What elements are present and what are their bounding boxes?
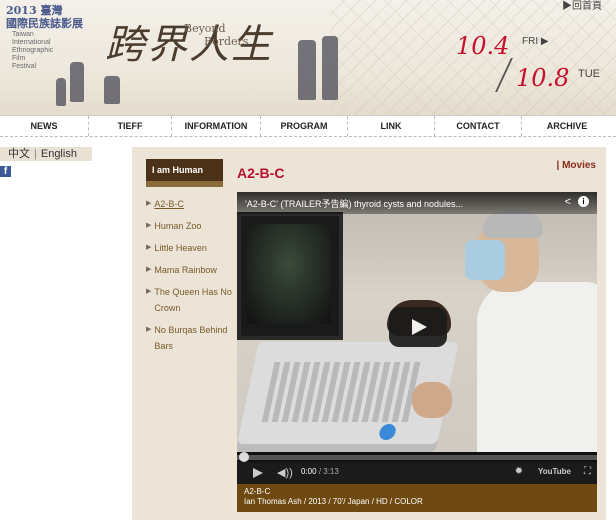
sidebar-title: I am Human bbox=[146, 159, 223, 187]
video-player[interactable]: 'A2-B-C' (TRAILER予告編) thyroid cysts and … bbox=[237, 192, 597, 512]
home-link[interactable]: ▶回首頁 bbox=[562, 0, 602, 12]
doctor-hair bbox=[483, 210, 543, 238]
lang-zh-link[interactable]: 中文 bbox=[8, 148, 30, 160]
festival-tagline: Beyond Borders bbox=[184, 22, 248, 48]
arrow-right-icon: ▶ bbox=[146, 244, 152, 251]
language-switcher: 中文 | English bbox=[0, 147, 92, 161]
start-day: FRI ▶ bbox=[522, 36, 549, 47]
video-title-bar: 'A2-B-C' (TRAILER予告編) thyroid cysts and … bbox=[237, 192, 597, 214]
current-time: 0:00 bbox=[301, 467, 317, 476]
fullscreen-icon[interactable]: ⛶ bbox=[584, 466, 591, 477]
player-controls: ◀)) 0:00 / 3:13 ✹ YouTube ⛶ bbox=[237, 462, 597, 484]
silhouette-cyclist bbox=[104, 76, 120, 104]
doctor-hand bbox=[412, 382, 452, 418]
nav-archive[interactable]: ARCHIVE bbox=[522, 116, 612, 136]
sidebar-item-label: No Burqas Behind Bars bbox=[154, 325, 228, 351]
film-caption: A2-B-C Ian Thomas Ash / 2013 / 70'/ Japa… bbox=[237, 484, 597, 512]
category-link-movies[interactable]: | Movies bbox=[557, 160, 596, 171]
play-button[interactable] bbox=[389, 307, 447, 347]
silhouette-figure bbox=[70, 62, 84, 102]
film-caption-credits: Ian Thomas Ash / 2013 / 70'/ Japan / HD … bbox=[244, 497, 423, 506]
sidebar-item-no-burqas[interactable]: ▶ No Burqas Behind Bars bbox=[146, 322, 232, 354]
festival-en-line: Taiwan bbox=[12, 31, 34, 38]
festival-zh-line2: 國際民族誌影展 bbox=[6, 17, 83, 30]
festival-en-line: Ethnographic bbox=[12, 47, 54, 54]
info-icon[interactable]: i bbox=[578, 196, 589, 207]
nav-tieff[interactable]: TIEFF bbox=[89, 116, 172, 136]
silhouette-figure bbox=[56, 78, 66, 106]
arrow-right-icon: ▶ bbox=[146, 288, 152, 295]
progress-knob[interactable] bbox=[239, 452, 249, 462]
sidebar-item-label: A2-B-C bbox=[154, 199, 184, 209]
festival-name-en: Taiwan International Ethnographic Film F… bbox=[12, 31, 53, 71]
arrow-right-icon: ▶ bbox=[146, 200, 152, 207]
sidebar-item-label: The Queen Has No Crown bbox=[154, 287, 232, 313]
festival-zh-line1: 2013 臺灣 bbox=[6, 4, 63, 17]
festival-en-line: Film bbox=[12, 55, 26, 62]
start-date: 10.4 bbox=[456, 32, 510, 60]
sidebar-item-mama-rainbow[interactable]: ▶ Mama Rainbow bbox=[146, 262, 232, 278]
surgical-mask bbox=[465, 240, 505, 280]
sidebar-item-a2bc[interactable]: ▶ A2-B-C bbox=[146, 196, 232, 212]
film-caption-title: A2-B-C bbox=[244, 487, 271, 496]
facebook-icon[interactable]: f bbox=[0, 166, 11, 177]
tagline-line2: Borders bbox=[204, 35, 249, 48]
arrow-right-icon: ▶ bbox=[146, 326, 152, 333]
nav-program[interactable]: PROGRAM bbox=[261, 116, 348, 136]
nav-news[interactable]: NEWS bbox=[0, 116, 89, 136]
sidebar-item-label: Little Heaven bbox=[154, 243, 207, 253]
doctor-figure bbox=[477, 282, 597, 452]
lang-separator: | bbox=[34, 148, 37, 160]
ultrasound-monitor bbox=[237, 212, 343, 340]
share-icon[interactable]: < bbox=[565, 196, 571, 208]
duration: / 3:13 bbox=[318, 467, 339, 476]
nav-link[interactable]: LINK bbox=[348, 116, 435, 136]
nav-contact[interactable]: CONTACT bbox=[435, 116, 522, 136]
lang-en-link[interactable]: English bbox=[41, 148, 77, 160]
progress-bar[interactable] bbox=[237, 452, 597, 462]
tagline-line1: Beyond bbox=[184, 22, 226, 35]
silhouette-figure bbox=[298, 40, 316, 100]
page-title: A2-B-C bbox=[237, 165, 285, 181]
sidebar-item-queen-no-crown[interactable]: ▶ The Queen Has No Crown bbox=[146, 284, 232, 316]
main-nav: NEWS TIEFF INFORMATION PROGRAM LINK CONT… bbox=[0, 115, 616, 137]
sidebar-film-list: ▶ A2-B-C ▶ Human Zoo ▶ Little Heaven ▶ Mama … bbox=[146, 196, 232, 360]
festival-en-line: Festival bbox=[12, 63, 37, 70]
arrow-right-icon: ▶ bbox=[146, 266, 152, 273]
video-title[interactable]: 'A2-B-C' (TRAILER予告編) thyroid cysts and … bbox=[245, 197, 463, 210]
youtube-logo[interactable]: YouTube bbox=[538, 467, 571, 476]
time-display: 0:00 / 3:13 bbox=[301, 467, 339, 476]
site-header: 2013 臺灣 國際民族誌影展 Taiwan International Eth… bbox=[0, 0, 616, 115]
silhouette-figure bbox=[322, 36, 338, 100]
play-icon[interactable] bbox=[253, 468, 263, 478]
volume-icon[interactable]: ◀)) bbox=[277, 466, 293, 479]
nav-information[interactable]: INFORMATION bbox=[172, 116, 261, 136]
sidebar-item-little-heaven[interactable]: ▶ Little Heaven bbox=[146, 240, 232, 256]
arrow-right-icon: ▶ bbox=[146, 222, 152, 229]
sidebar-item-human-zoo[interactable]: ▶ Human Zoo bbox=[146, 218, 232, 234]
festival-en-line: International bbox=[12, 39, 51, 46]
settings-icon[interactable]: ✹ bbox=[515, 466, 523, 477]
sidebar-item-label: Human Zoo bbox=[154, 221, 202, 231]
sidebar-item-label: Mama Rainbow bbox=[154, 265, 217, 275]
end-date: 10.8 bbox=[516, 64, 570, 92]
festival-name-zh[interactable]: 2013 臺灣 國際民族誌影展 bbox=[6, 4, 83, 30]
end-day: TUE bbox=[578, 68, 600, 80]
